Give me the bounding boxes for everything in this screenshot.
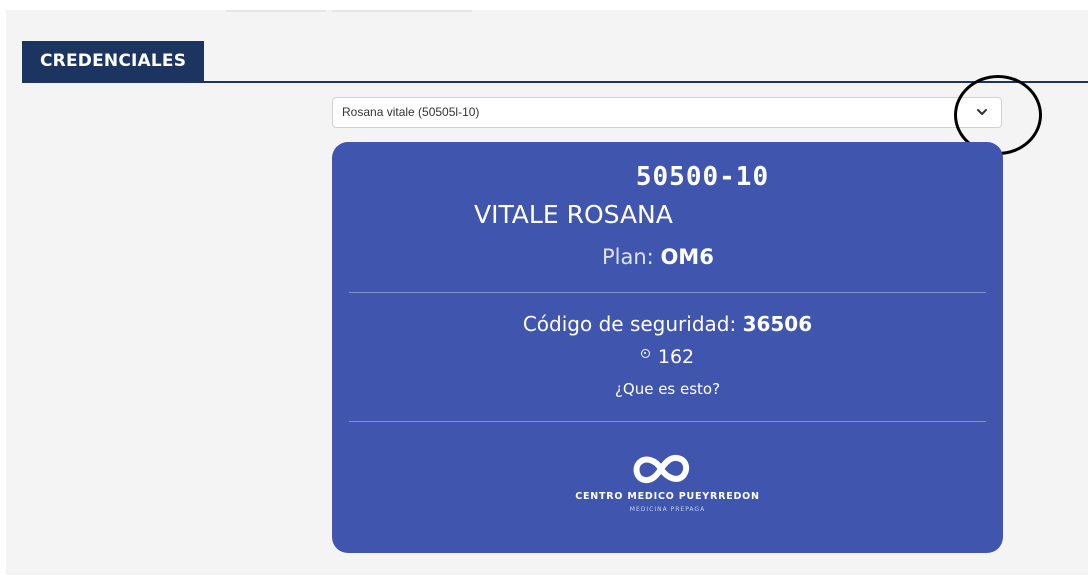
top-tab-hint: [226, 10, 326, 12]
member-number: 50500-10: [635, 162, 770, 192]
credential-card: 50500-10 VITALE ROSANA Plan: OM6 Código …: [332, 142, 1003, 553]
credentials-page: CREDENCIALES Rosana vitale (50505l-10) 5…: [6, 10, 1088, 575]
member-select[interactable]: Rosana vitale (50505l-10): [332, 97, 1002, 128]
security-code-label: Código de seguridad:: [522, 312, 737, 336]
security-code-value: 36506: [742, 312, 813, 336]
security-code-row: Código de seguridad: 36506: [332, 312, 1003, 336]
what-is-this-link[interactable]: ¿Que es esto?: [332, 380, 1003, 398]
brand-tagline: MEDICINA PREPAGA: [629, 506, 706, 513]
plan-row: Plan: OM6: [602, 245, 714, 269]
member-name: VITALE ROSANA: [474, 200, 673, 229]
brand-logo-icon: [633, 454, 690, 484]
plan-label: Plan:: [602, 245, 654, 269]
top-tab-hint: [332, 10, 472, 12]
timer-value: 162: [657, 346, 695, 368]
brand-name: CENTRO MEDICO PUEYRREDON: [575, 491, 760, 502]
timer-row: 162: [332, 346, 1003, 368]
plan-value: OM6: [660, 245, 714, 269]
credenciales-tab[interactable]: CREDENCIALES: [22, 41, 205, 81]
header-divider: [22, 81, 1088, 83]
card-divider: [349, 292, 986, 293]
timer-icon: [640, 349, 650, 358]
card-divider: [349, 421, 986, 422]
member-select-value: Rosana vitale (50505l-10): [342, 105, 480, 119]
